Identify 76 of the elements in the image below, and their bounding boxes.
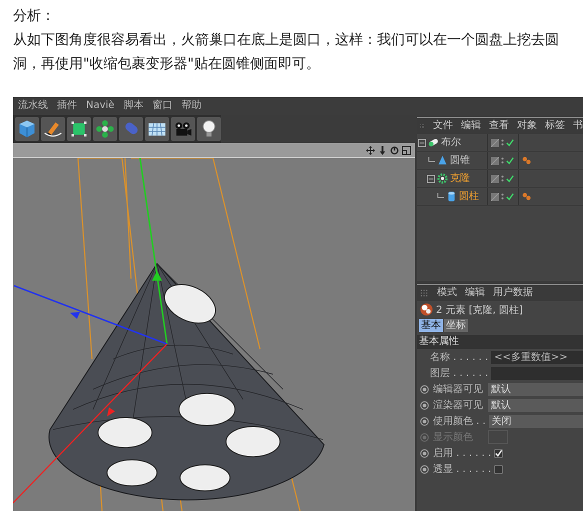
menu-item[interactable]: 模式 xyxy=(437,287,457,299)
menu-item[interactable]: 脚本 xyxy=(123,100,144,112)
cube-icon xyxy=(17,119,37,139)
dropdown[interactable]: 关闭 xyxy=(488,414,583,428)
boolean-icon xyxy=(428,137,439,148)
cone-icon xyxy=(437,155,448,166)
text-field[interactable]: <<多重数值>> xyxy=(491,350,583,364)
move-icon[interactable] xyxy=(366,146,375,154)
menu-item[interactable]: 查看 xyxy=(489,120,509,132)
menu-item[interactable]: 对象 xyxy=(517,120,537,132)
dropdown[interactable]: 默认 xyxy=(488,398,583,412)
menu-item[interactable]: 编辑 xyxy=(465,287,485,299)
flower-icon xyxy=(95,119,115,139)
field-label: 图层 . . . . . . xyxy=(430,367,488,380)
grip-icon xyxy=(420,288,429,298)
post-heading: 分析： xyxy=(13,7,56,26)
visibility-dots-icon[interactable] xyxy=(501,174,504,183)
check-icon[interactable] xyxy=(506,156,514,164)
menu-item[interactable]: 流水线 xyxy=(18,100,48,112)
field-label: 编辑器可见 xyxy=(433,382,484,396)
gear-icon xyxy=(437,173,448,184)
arrow-icon[interactable] xyxy=(378,146,387,154)
field-label: 使用颜色 . . xyxy=(433,414,486,428)
tab[interactable]: 基本 xyxy=(419,319,443,332)
visibility-dots-icon[interactable] xyxy=(501,192,504,201)
menu-item[interactable]: 书 xyxy=(573,120,583,132)
post-paragraph: 从如下图角度很容易看出，火箭巢口在底上是圆口，这样：我们可以在一个圆盘上挖去圆洞，再使用"收缩包裹变形器"贴在圆锥侧面即可。 xyxy=(13,31,560,74)
layer-icon[interactable] xyxy=(491,156,499,164)
object-name[interactable]: 圆锥 xyxy=(450,154,470,166)
visibility-dots-icon[interactable] xyxy=(501,138,504,147)
object-name[interactable]: 布尔 xyxy=(441,136,461,148)
toolbar-button[interactable] xyxy=(67,117,91,141)
toolbar-button[interactable] xyxy=(145,117,169,141)
field-label: 启用 . . . . . . xyxy=(433,446,492,460)
grip-icon xyxy=(420,122,425,130)
field-label: 名称 . . . . . . xyxy=(430,351,488,364)
layer-icon[interactable] xyxy=(491,174,499,182)
cylinder-icon xyxy=(446,191,457,202)
section-header: 基本属性 xyxy=(417,335,583,349)
selection-title: 2 元素 [克隆, 圆柱] xyxy=(436,304,523,316)
tree-branch-icon xyxy=(427,156,435,164)
collapse-icon[interactable] xyxy=(418,138,426,146)
checkbox[interactable] xyxy=(494,464,504,474)
layer-icon[interactable] xyxy=(491,138,499,146)
tag-icon[interactable] xyxy=(522,192,532,201)
multi-object-icon xyxy=(420,303,433,316)
tab[interactable]: 坐标 xyxy=(444,319,468,332)
check-icon[interactable] xyxy=(506,174,514,182)
field-label: 渲染器可见 xyxy=(433,398,484,412)
check-icon[interactable] xyxy=(506,192,514,200)
visibility-dots-icon[interactable] xyxy=(501,156,504,165)
menu-item[interactable]: 编辑 xyxy=(461,120,481,132)
menu-item[interactable]: 标签 xyxy=(545,120,565,132)
dropdown[interactable]: 默认 xyxy=(488,382,583,396)
toolbar-button[interactable] xyxy=(15,117,39,141)
field-label: 透显 . . . . . . xyxy=(433,462,492,476)
menu-item[interactable]: 文件 xyxy=(433,120,453,132)
menu-item[interactable]: Naviè xyxy=(86,100,114,112)
menu-item[interactable]: 用户数据 xyxy=(493,287,533,299)
tag-icon[interactable] xyxy=(522,156,532,165)
tree-branch-icon xyxy=(436,192,444,200)
toolbar-button[interactable] xyxy=(41,117,65,141)
toolbar-button[interactable] xyxy=(93,117,117,141)
rotate-icon[interactable] xyxy=(390,146,399,154)
menu-item[interactable]: 窗口 xyxy=(152,100,172,112)
collapse-icon[interactable] xyxy=(427,174,435,182)
checkbox[interactable] xyxy=(494,448,504,458)
check-icon[interactable] xyxy=(506,138,514,146)
object-name[interactable]: 圆柱 xyxy=(459,190,479,202)
toolbar-button[interactable] xyxy=(197,117,221,141)
menu-item[interactable]: 帮助 xyxy=(181,100,202,112)
layer-icon[interactable] xyxy=(491,192,499,200)
menu-item[interactable]: 插件 xyxy=(57,100,77,112)
maximize-icon[interactable] xyxy=(402,146,411,154)
object-name[interactable]: 克隆 xyxy=(450,172,470,184)
cube-with-handles-icon xyxy=(69,119,89,139)
